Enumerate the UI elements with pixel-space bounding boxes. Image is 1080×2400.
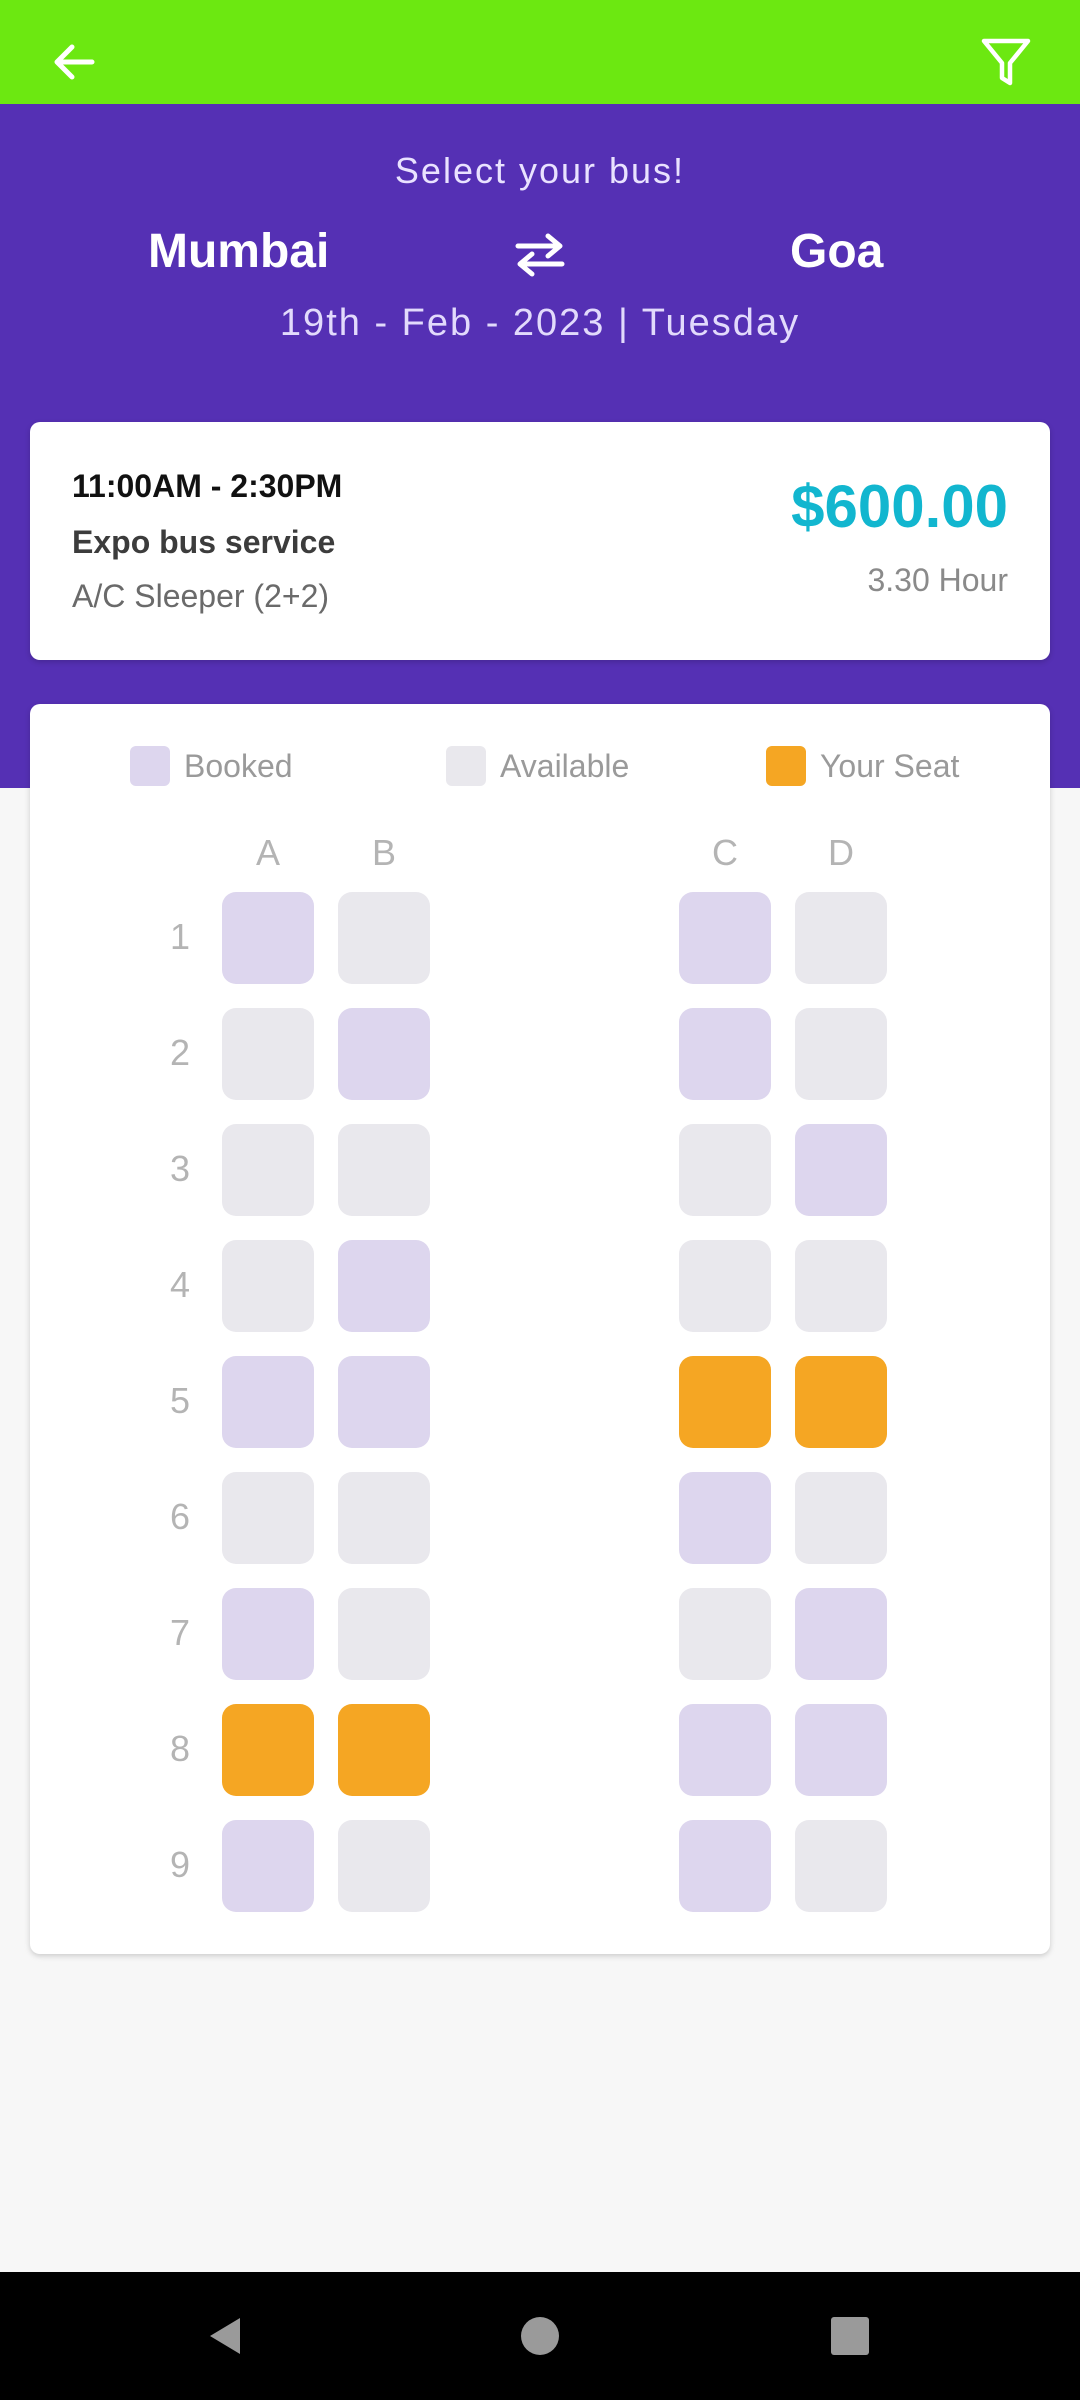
row-number: 5 <box>169 1380 191 1421</box>
column-label-a: A <box>255 832 280 873</box>
departure-arrival-time: 11:00AM - 2:30PM <box>72 468 343 504</box>
bus-info-card[interactable]: 11:00AM - 2:30PM Expo bus service A/C Sl… <box>30 422 1050 660</box>
seat-d1[interactable] <box>795 892 887 984</box>
seat-c8 <box>679 1704 771 1796</box>
seat-c6 <box>679 1472 771 1564</box>
nav-back-button[interactable] <box>186 2296 266 2376</box>
seat-c2 <box>679 1008 771 1100</box>
seat-c3[interactable] <box>679 1124 771 1216</box>
seat-c5[interactable] <box>679 1356 771 1448</box>
seat-b2 <box>338 1008 430 1100</box>
seat-d3 <box>795 1124 887 1216</box>
row-number: 2 <box>169 1032 191 1073</box>
row-number: 4 <box>169 1264 191 1305</box>
nav-recents-icon <box>831 2317 869 2355</box>
seat-d2[interactable] <box>795 1008 887 1100</box>
seat-a4[interactable] <box>222 1240 314 1332</box>
row-number: 1 <box>169 916 191 957</box>
row-number: 6 <box>169 1496 191 1537</box>
swap-route-button[interactable] <box>508 222 572 286</box>
seat-c1 <box>679 892 771 984</box>
column-label-c: C <box>712 832 738 873</box>
row-number: 7 <box>169 1612 191 1653</box>
seat-a9 <box>222 1820 314 1912</box>
row-number: 3 <box>169 1148 191 1189</box>
seat-a2[interactable] <box>222 1008 314 1100</box>
row-number: 8 <box>169 1728 191 1769</box>
back-button[interactable] <box>40 28 108 96</box>
nav-home-icon <box>521 2317 559 2355</box>
seat-a5 <box>222 1356 314 1448</box>
travel-date[interactable]: 19th - Feb - 2023 | Tuesday <box>0 302 1080 345</box>
from-city[interactable]: Mumbai <box>148 224 329 279</box>
nav-back-icon <box>210 2318 240 2354</box>
legend-swatch-booked <box>130 746 170 786</box>
seat-c4[interactable] <box>679 1240 771 1332</box>
legend-label: Booked <box>184 747 293 784</box>
page-subtitle: Select your bus! <box>394 150 686 191</box>
seat-b5 <box>338 1356 430 1448</box>
seat-a6[interactable] <box>222 1472 314 1564</box>
seat-b3[interactable] <box>338 1124 430 1216</box>
swap-arrows-icon <box>515 233 565 277</box>
seat-map-card: Booked Available Your Seat A B C D 1 2 3 4 5… <box>30 704 1050 1954</box>
row-number: 9 <box>169 1844 191 1885</box>
seat-d8 <box>795 1704 887 1796</box>
seat-b6[interactable] <box>338 1472 430 1564</box>
filter-button[interactable] <box>972 28 1040 96</box>
seat-a8[interactable] <box>222 1704 314 1796</box>
seat-a7 <box>222 1588 314 1680</box>
nav-recents-button[interactable] <box>810 2296 890 2376</box>
seat-b9[interactable] <box>338 1820 430 1912</box>
column-label-d: D <box>828 832 854 873</box>
bus-name: Expo bus service <box>72 524 336 560</box>
trip-duration: 3.30 Hour <box>867 562 1008 598</box>
seat-d6[interactable] <box>795 1472 887 1564</box>
arrow-left-icon <box>54 44 95 80</box>
system-navigation-bar <box>0 2272 1080 2400</box>
seat-b7[interactable] <box>338 1588 430 1680</box>
seat-a1 <box>222 892 314 984</box>
column-label-b: B <box>371 832 396 873</box>
legend-booked: Booked <box>130 746 293 786</box>
seat-c7[interactable] <box>679 1588 771 1680</box>
seat-d7 <box>795 1588 887 1680</box>
legend-available: Available <box>446 746 629 786</box>
seat-a3[interactable] <box>222 1124 314 1216</box>
legend-swatch-your-seat <box>766 746 806 786</box>
seat-b4 <box>338 1240 430 1332</box>
legend-label: Your Seat <box>820 747 960 784</box>
nav-home-button[interactable] <box>500 2296 580 2376</box>
filter-icon <box>981 38 1031 86</box>
seat-b8[interactable] <box>338 1704 430 1796</box>
bus-type: A/C Sleeper (2+2) <box>72 578 330 614</box>
legend-swatch-available <box>446 746 486 786</box>
legend-label: Available <box>500 747 630 784</box>
seat-c9 <box>679 1820 771 1912</box>
legend-your-seat: Your Seat <box>766 746 959 786</box>
seat-d9[interactable] <box>795 1820 887 1912</box>
to-city[interactable]: Goa <box>790 224 883 279</box>
seat-d5[interactable] <box>795 1356 887 1448</box>
seat-b1[interactable] <box>338 892 430 984</box>
seat-d4[interactable] <box>795 1240 887 1332</box>
ticket-price: $600.00 <box>791 473 1008 540</box>
top-app-bar <box>0 0 1080 104</box>
